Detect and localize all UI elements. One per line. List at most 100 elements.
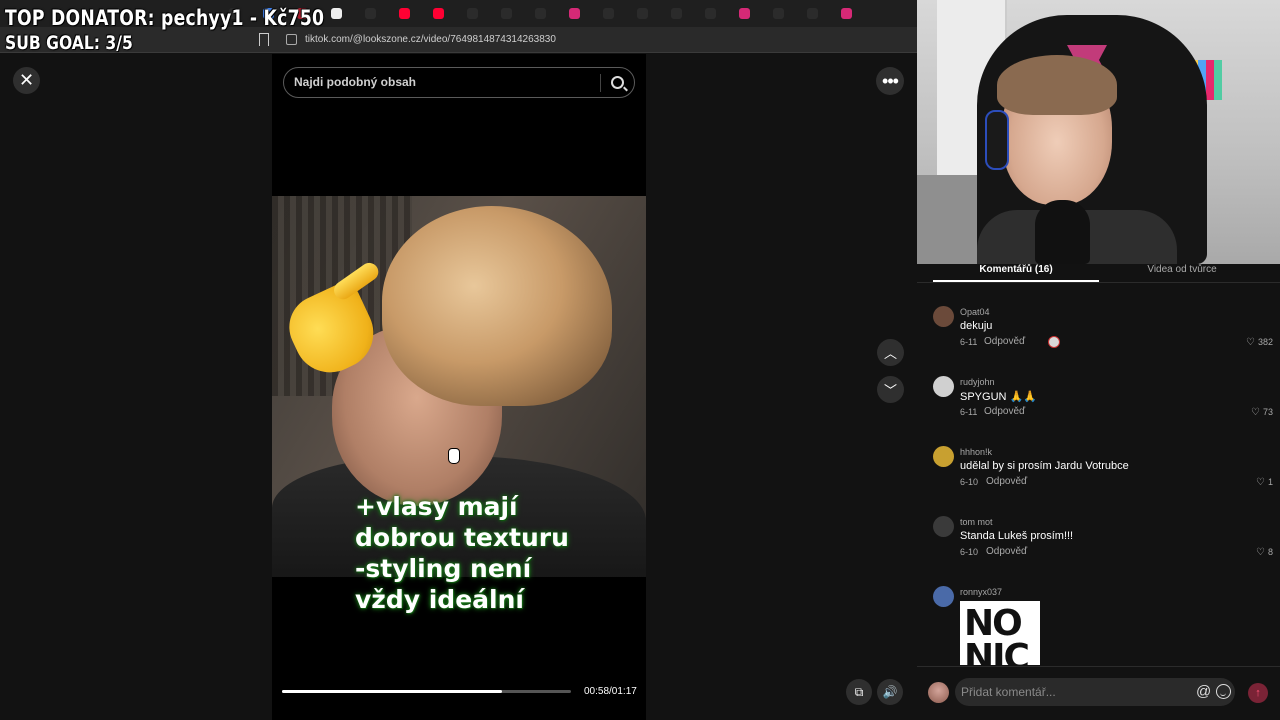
like-count[interactable]: ♡ 73	[1251, 407, 1273, 418]
browser-tab[interactable]	[764, 5, 792, 23]
arrow-up-icon: ↑	[1255, 687, 1261, 699]
progress-fill	[282, 690, 502, 693]
avatar[interactable]	[933, 586, 954, 607]
comment-date: 6-10	[960, 477, 979, 487]
avatar[interactable]	[933, 516, 954, 537]
tiktok-icon	[772, 8, 784, 19]
comment-username[interactable]: hhhon!k	[960, 447, 992, 457]
tiktok-icon	[500, 8, 512, 19]
browser-tab[interactable]	[458, 5, 486, 23]
heart-icon[interactable]: ♡	[1256, 477, 1265, 488]
volume-button[interactable]: 🔊	[877, 679, 903, 705]
video-hair	[382, 206, 612, 406]
tiktok-icon	[704, 8, 716, 19]
tiktok-icon	[806, 8, 818, 19]
more-options-button[interactable]: •••	[876, 67, 904, 95]
webcam-hair	[997, 55, 1117, 115]
browser-tab[interactable]	[560, 5, 588, 23]
panel-tabs: Komentářů (16) Videa od tvůrce	[917, 264, 1280, 284]
tab-comments[interactable]: Komentářů (16)	[933, 264, 1099, 275]
like-number: 1	[1267, 477, 1273, 487]
avatar[interactable]	[933, 446, 954, 467]
comment-username[interactable]: ronnyx037	[960, 587, 1002, 597]
next-video-button[interactable]: ﹀	[877, 376, 904, 403]
browser-tab[interactable]	[832, 5, 860, 23]
pip-icon: ⧉	[854, 684, 864, 699]
browser-tab[interactable]	[730, 5, 758, 23]
comment-text: dekuju	[960, 320, 993, 332]
instagram-icon	[840, 8, 852, 19]
comment-text: SPYGUN 🙏🙏	[960, 391, 1037, 403]
reply-button[interactable]: Odpověď	[984, 336, 1025, 347]
close-icon: ✕	[18, 70, 35, 90]
video-caption: +vlasy mají dobrou texturu -styling není…	[355, 492, 569, 614]
tabs-divider	[917, 282, 1280, 283]
avatar	[928, 682, 949, 703]
instagram-icon	[738, 8, 750, 19]
youtube-icon	[398, 8, 410, 19]
browser-tab[interactable]	[526, 5, 554, 23]
mention-icon[interactable]: @	[1196, 683, 1211, 700]
heart-icon[interactable]: ♡	[1246, 337, 1255, 348]
tiktok-icon	[534, 8, 546, 19]
like-number: 73	[1262, 407, 1273, 417]
browser-tab[interactable]	[390, 5, 418, 23]
like-count[interactable]: ♡ 8	[1256, 547, 1273, 558]
comment-input[interactable]: Přidat komentář... @	[955, 678, 1235, 706]
comment-date: 6-11	[960, 337, 978, 347]
headset-icon	[985, 110, 1009, 170]
comment-text: udělal by si prosím Jardu Votrubce	[960, 460, 1129, 472]
browser-tab[interactable]	[356, 5, 384, 23]
browser-tab[interactable]	[628, 5, 656, 23]
sub-goal-overlay: SUB GOAL: 3/5	[5, 32, 133, 54]
tiktok-icon	[602, 8, 614, 19]
comment-image[interactable]: NO NIC	[960, 601, 1040, 665]
like-number: 382	[1257, 337, 1273, 347]
comment-username[interactable]: rudyjohn	[960, 377, 995, 387]
heart-icon[interactable]: ♡	[1256, 547, 1265, 558]
avatar[interactable]	[933, 376, 954, 397]
webcam-feed	[917, 0, 1280, 264]
reply-button[interactable]: Odpověď	[986, 476, 1027, 487]
bookmark-icon[interactable]	[259, 33, 269, 46]
pip-button[interactable]: ⧉	[846, 679, 872, 705]
reply-button[interactable]: Odpověď	[986, 546, 1027, 557]
search-input[interactable]: Najdi podobný obsah	[294, 75, 416, 89]
comment-username[interactable]: tom mot	[960, 517, 993, 527]
url-text[interactable]: tiktok.com/@lookszone.cz/video/764981487…	[305, 34, 556, 45]
browser-tab[interactable]	[662, 5, 690, 23]
address-bar[interactable]: tiktok.com/@lookszone.cz/video/764981487…	[0, 27, 917, 53]
comment-date: 6-11	[960, 407, 978, 417]
like-count[interactable]: ♡ 1	[1256, 477, 1273, 488]
progress-bar[interactable]	[282, 690, 571, 693]
send-button[interactable]: ↑	[1248, 683, 1268, 703]
site-settings-icon[interactable]	[286, 34, 297, 45]
tiktok-icon	[364, 8, 376, 19]
browser-tab[interactable]	[798, 5, 826, 23]
browser-tab[interactable]	[594, 5, 622, 23]
chevron-down-icon: ﹀	[883, 383, 897, 398]
tab-creator-videos[interactable]: Videa od tvůrce	[1107, 264, 1257, 275]
comments-panel: Komentářů (16) Videa od tvůrce Opat04 de…	[917, 264, 1280, 720]
previous-video-button[interactable]: ︿	[877, 339, 904, 366]
search-divider	[600, 74, 601, 92]
comment-username[interactable]: Opat04	[960, 307, 990, 317]
tiktok-icon	[466, 8, 478, 19]
r-icon	[330, 8, 342, 19]
browser-tab[interactable]	[492, 5, 520, 23]
search-icon[interactable]	[611, 76, 624, 89]
time-label: 00:58/01:17	[584, 686, 637, 697]
emoji-icon[interactable]	[1216, 684, 1231, 699]
browser-tab[interactable]	[424, 5, 452, 23]
search-bar[interactable]: Najdi podobný obsah	[283, 67, 635, 98]
heart-icon[interactable]: ♡	[1251, 407, 1260, 418]
reply-button[interactable]: Odpověď	[984, 406, 1025, 417]
close-button[interactable]: ✕	[13, 67, 40, 94]
browser-tab[interactable]	[322, 5, 350, 23]
browser-tab[interactable]	[696, 5, 724, 23]
comment-date: 6-10	[960, 547, 979, 557]
avatar[interactable]	[933, 306, 954, 327]
like-count[interactable]: ♡ 382	[1246, 337, 1273, 348]
chevron-up-icon: ︿	[883, 346, 897, 361]
instagram-icon	[568, 8, 580, 19]
